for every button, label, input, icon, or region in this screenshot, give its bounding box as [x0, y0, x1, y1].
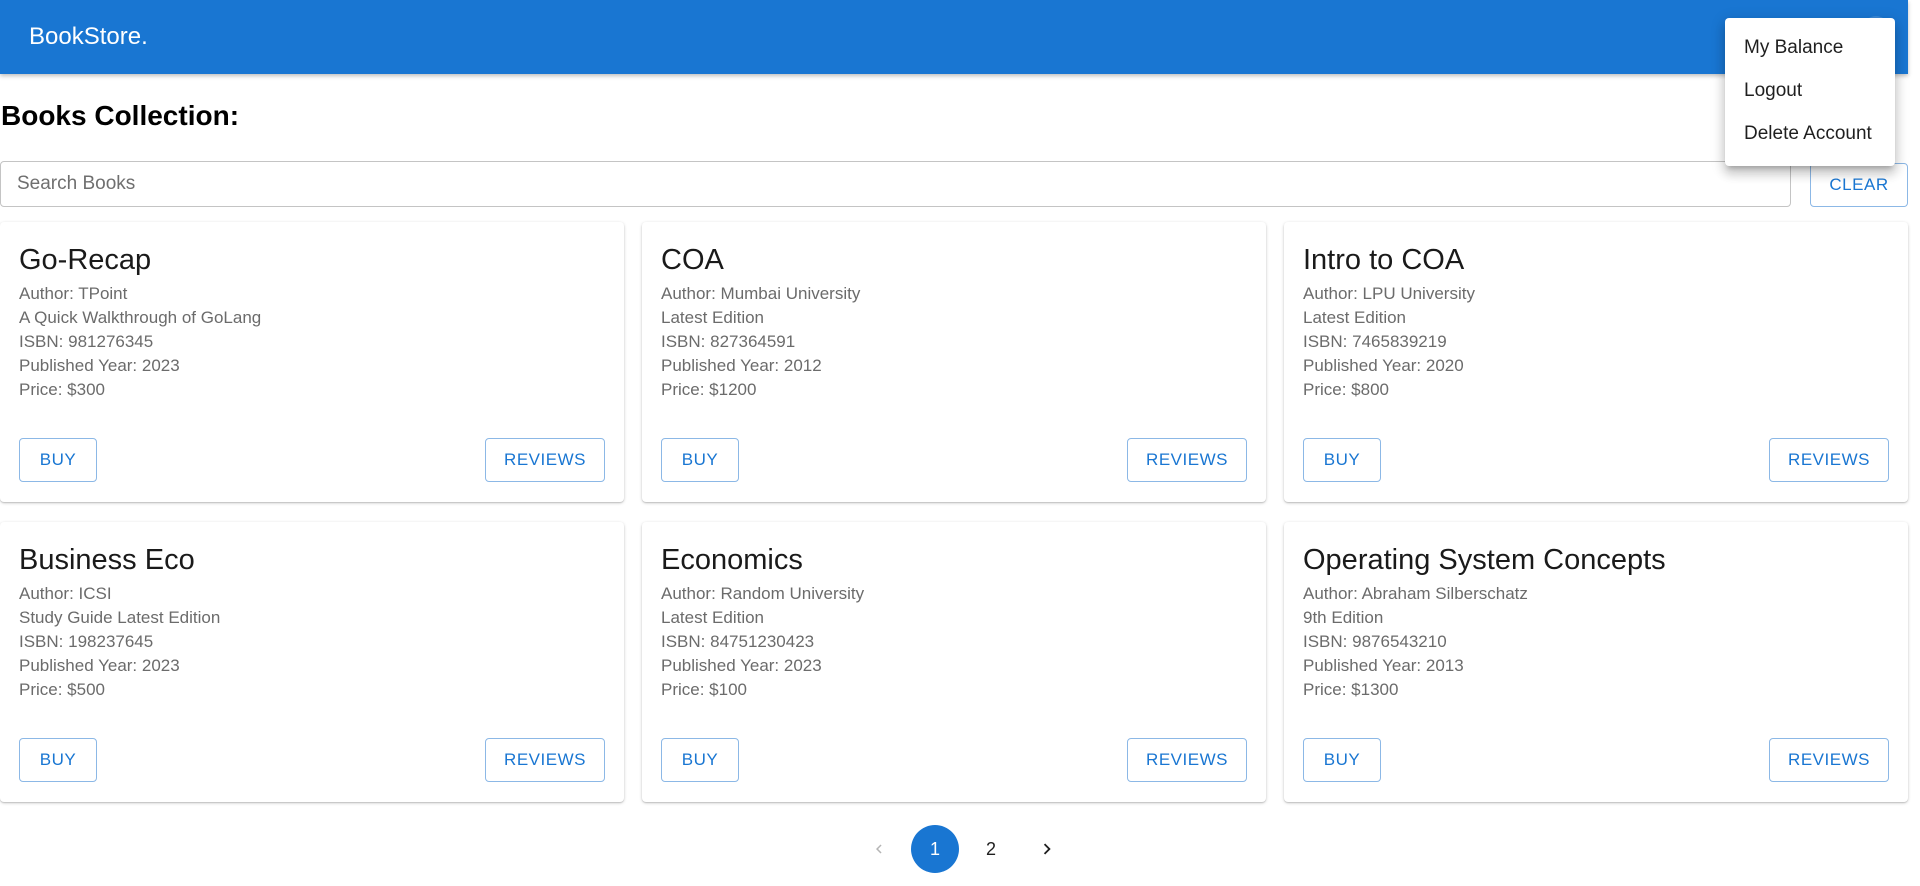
- buy-button[interactable]: BUY: [19, 438, 97, 482]
- book-price: Price: $300: [19, 380, 105, 399]
- buy-button[interactable]: BUY: [1303, 438, 1381, 482]
- chevron-left-icon[interactable]: [855, 825, 903, 873]
- book-card: Business Eco Author: ICSI Study Guide La…: [0, 522, 624, 802]
- book-card: Go-Recap Author: TPoint A Quick Walkthro…: [0, 222, 624, 502]
- book-card-body: Intro to COA Author: LPU University Late…: [1303, 242, 1889, 402]
- book-year: Published Year: 2012: [661, 356, 822, 375]
- book-card-actions: BUY REVIEWS: [661, 438, 1247, 482]
- book-card-actions: BUY REVIEWS: [19, 738, 605, 782]
- book-isbn: ISBN: 198237645: [19, 632, 154, 651]
- menu-item-my-balance[interactable]: My Balance: [1725, 26, 1895, 69]
- page-button-2[interactable]: 2: [967, 825, 1015, 873]
- buy-button[interactable]: BUY: [661, 738, 739, 782]
- book-card-actions: BUY REVIEWS: [19, 438, 605, 482]
- reviews-button[interactable]: REVIEWS: [1127, 438, 1247, 482]
- reviews-button[interactable]: REVIEWS: [1769, 438, 1889, 482]
- book-price: Price: $500: [19, 680, 105, 699]
- book-card: COA Author: Mumbai University Latest Edi…: [642, 222, 1266, 502]
- buy-button[interactable]: BUY: [19, 738, 97, 782]
- page-button-1[interactable]: 1: [911, 825, 959, 873]
- book-description: A Quick Walkthrough of GoLang: [19, 308, 262, 327]
- book-card-actions: BUY REVIEWS: [1303, 438, 1889, 482]
- book-description: Latest Edition: [661, 308, 765, 327]
- reviews-button[interactable]: REVIEWS: [485, 438, 605, 482]
- book-title: Operating System Concepts: [1303, 544, 1666, 576]
- book-title: COA: [661, 244, 724, 276]
- reviews-button[interactable]: REVIEWS: [485, 738, 605, 782]
- book-year: Published Year: 2023: [19, 356, 180, 375]
- search-bar: CLEAR: [0, 161, 1908, 209]
- book-card-body: Economics Author: Random University Late…: [661, 542, 1247, 702]
- book-description: Latest Edition: [661, 608, 765, 627]
- clear-button[interactable]: CLEAR: [1810, 163, 1908, 207]
- book-isbn: ISBN: 7465839219: [1303, 332, 1447, 351]
- book-grid: Go-Recap Author: TPoint A Quick Walkthro…: [0, 222, 1908, 802]
- brand-logo[interactable]: BookStore.: [29, 23, 148, 51]
- book-year: Published Year: 2023: [661, 656, 822, 675]
- book-card-actions: BUY REVIEWS: [661, 738, 1247, 782]
- book-price: Price: $100: [661, 680, 747, 699]
- book-price: Price: $800: [1303, 380, 1389, 399]
- book-card: Intro to COA Author: LPU University Late…: [1284, 222, 1908, 502]
- reviews-button[interactable]: REVIEWS: [1769, 738, 1889, 782]
- book-author: Author: ICSI: [19, 584, 112, 603]
- menu-item-delete-account[interactable]: Delete Account: [1725, 112, 1895, 155]
- book-description: Study Guide Latest Edition: [19, 608, 221, 627]
- book-author: Author: Random University: [661, 584, 865, 603]
- book-card-body: Business Eco Author: ICSI Study Guide La…: [19, 542, 605, 702]
- book-isbn: ISBN: 9876543210: [1303, 632, 1447, 651]
- book-isbn: ISBN: 827364591: [661, 332, 796, 351]
- book-isbn: ISBN: 981276345: [19, 332, 154, 351]
- book-card: Operating System Concepts Author: Abraha…: [1284, 522, 1908, 802]
- book-description: Latest Edition: [1303, 308, 1407, 327]
- book-title: Go-Recap: [19, 244, 152, 276]
- buy-button[interactable]: BUY: [661, 438, 739, 482]
- buy-button[interactable]: BUY: [1303, 738, 1381, 782]
- reviews-button[interactable]: REVIEWS: [1127, 738, 1247, 782]
- book-title: Intro to COA: [1303, 244, 1465, 276]
- book-year: Published Year: 2020: [1303, 356, 1464, 375]
- book-title: Business Eco: [19, 544, 195, 576]
- page-title: Books Collection:: [1, 100, 240, 131]
- book-card-body: Operating System Concepts Author: Abraha…: [1303, 542, 1889, 702]
- search-input[interactable]: [0, 161, 1791, 207]
- book-card-actions: BUY REVIEWS: [1303, 738, 1889, 782]
- book-price: Price: $1200: [661, 380, 757, 399]
- pagination: 1 2: [855, 825, 1071, 873]
- app-bar: BookStore.: [0, 0, 1908, 74]
- book-author: Author: LPU University: [1303, 284, 1475, 303]
- book-title: Economics: [661, 544, 803, 576]
- book-description: 9th Edition: [1303, 608, 1384, 627]
- account-menu: My Balance Logout Delete Account: [1725, 18, 1895, 166]
- chevron-right-icon[interactable]: [1023, 825, 1071, 873]
- book-author: Author: Abraham Silberschatz: [1303, 584, 1528, 603]
- book-card: Economics Author: Random University Late…: [642, 522, 1266, 802]
- book-card-body: Go-Recap Author: TPoint A Quick Walkthro…: [19, 242, 605, 402]
- book-year: Published Year: 2013: [1303, 656, 1464, 675]
- book-author: Author: TPoint: [19, 284, 128, 303]
- book-card-body: COA Author: Mumbai University Latest Edi…: [661, 242, 1247, 402]
- book-price: Price: $1300: [1303, 680, 1399, 699]
- menu-item-logout[interactable]: Logout: [1725, 69, 1895, 112]
- book-year: Published Year: 2023: [19, 656, 180, 675]
- book-isbn: ISBN: 84751230423: [661, 632, 815, 651]
- book-author: Author: Mumbai University: [661, 284, 861, 303]
